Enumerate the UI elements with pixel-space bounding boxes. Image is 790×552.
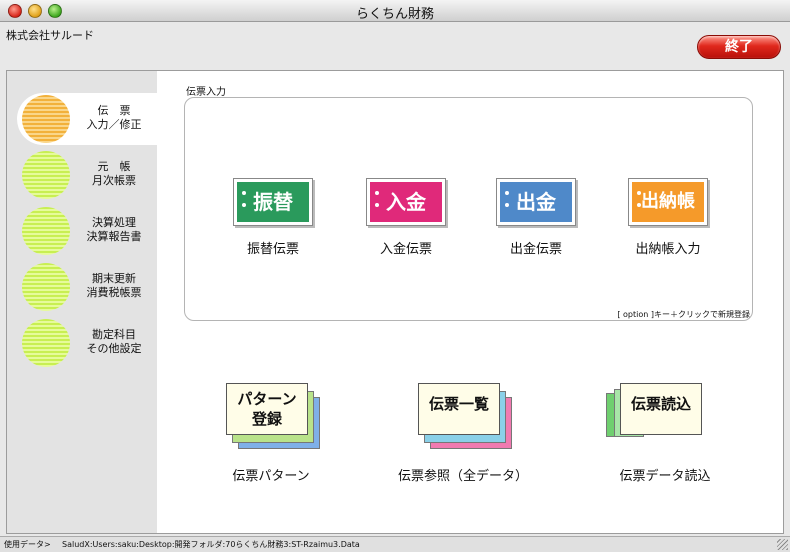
title-bar: らくちん財務 xyxy=(0,0,790,22)
deposit-voucher-button[interactable]: 入金 入金伝票 xyxy=(346,178,466,268)
option-click-note: [ option ]キー＋クリックで新規登録 xyxy=(617,310,750,319)
pattern-register-icon: パターン 登録 xyxy=(226,383,320,449)
resize-grip-icon[interactable] xyxy=(777,539,788,550)
nav-circle-icon xyxy=(22,151,70,199)
icon-text: 出金 xyxy=(500,182,572,222)
cashbook-button[interactable]: 出納帳 出納帳入力 xyxy=(608,178,728,268)
voucher-import-button[interactable]: 伝票読込 伝票データ読込 xyxy=(580,383,750,493)
company-name: 株式会社サルード xyxy=(6,29,94,42)
icon-text: 出納帳 xyxy=(632,182,704,222)
voucher-list-button[interactable]: 伝票一覧 伝票参照（全データ） xyxy=(378,383,548,493)
sidebar-item-line1: 伝 票 xyxy=(97,104,131,117)
sidebar-item-line1: 期末更新 xyxy=(92,272,136,285)
quit-button[interactable]: 終了 xyxy=(697,35,781,59)
sidebar-item-line1: 元 帳 xyxy=(97,160,131,173)
nav-circle-icon xyxy=(22,263,70,311)
nav-circle-icon xyxy=(22,95,70,143)
sheet-front: 伝票読込 xyxy=(620,383,702,435)
icon-line1: 伝票一覧 xyxy=(428,395,489,413)
button-label: 振替伝票 xyxy=(246,242,299,257)
data-file-path: SaludX:Users:saku:Desktop:開発フォルダ:70らくちん財… xyxy=(62,540,360,549)
icon-text: 振替 xyxy=(237,182,309,222)
voucher-list-icon: 伝票一覧 xyxy=(418,383,512,449)
sidebar-item-line2: 月次帳票 xyxy=(92,174,136,187)
sidebar-item-line2: 決算報告書 xyxy=(86,230,142,243)
sheet-front: パターン 登録 xyxy=(226,383,308,435)
transfer-voucher-icon: 振替 xyxy=(233,178,313,226)
withdrawal-voucher-button[interactable]: 出金 出金伝票 xyxy=(476,178,596,268)
sidebar-item-line1: 勘定科目 xyxy=(92,328,136,341)
status-bar: 使用データ> SaludX:Users:saku:Desktop:開発フォルダ:… xyxy=(0,536,790,552)
voucher-group-title: 伝票入力 xyxy=(186,87,226,98)
sidebar-item-line2: 入力／修正 xyxy=(86,118,142,131)
sidebar-item-line1: 決算処理 xyxy=(92,216,136,229)
sidebar-item-label: 勘定科目 その他設定 xyxy=(71,328,157,356)
button-label: 入金伝票 xyxy=(379,242,432,257)
voucher-import-icon: 伝票読込 xyxy=(606,383,710,449)
withdrawal-voucher-icon: 出金 xyxy=(496,178,576,226)
sheet-front: 伝票一覧 xyxy=(418,383,500,435)
sidebar: 伝 票 入力／修正 元 帳 月次帳票 決算処理 決算報告書 期末更新 消費税帳票 xyxy=(7,71,157,533)
nav-circle-icon xyxy=(22,207,70,255)
button-label: 伝票データ読込 xyxy=(619,469,711,484)
sidebar-item-year-end[interactable]: 期末更新 消費税帳票 xyxy=(17,261,157,313)
nav-circle-icon xyxy=(22,319,70,367)
sidebar-item-line2: その他設定 xyxy=(86,342,142,355)
sidebar-item-label: 伝 票 入力／修正 xyxy=(71,104,157,132)
sidebar-item-accounts[interactable]: 勘定科目 その他設定 xyxy=(17,317,157,369)
sidebar-item-line2: 消費税帳票 xyxy=(86,286,142,299)
window-title: らくちん財務 xyxy=(355,7,434,22)
icon-text: 入金 xyxy=(370,182,442,222)
sidebar-item-label: 元 帳 月次帳票 xyxy=(71,160,157,188)
sidebar-item-label: 期末更新 消費税帳票 xyxy=(71,272,157,300)
cashbook-icon: 出納帳 xyxy=(628,178,708,226)
status-label: 使用データ> xyxy=(4,540,51,549)
transfer-voucher-button[interactable]: 振替 振替伝票 xyxy=(213,178,333,268)
icon-line1: 伝票読込 xyxy=(630,395,691,413)
button-label: 出納帳入力 xyxy=(635,242,701,257)
icon-line2: 登録 xyxy=(251,410,282,428)
icon-line1: パターン xyxy=(237,390,297,408)
button-label: 伝票パターン xyxy=(232,469,310,484)
sidebar-item-label: 決算処理 決算報告書 xyxy=(71,216,157,244)
button-label: 伝票参照（全データ） xyxy=(397,469,528,484)
sidebar-item-closing[interactable]: 決算処理 決算報告書 xyxy=(17,205,157,257)
sidebar-item-voucher-entry[interactable]: 伝 票 入力／修正 xyxy=(17,93,157,145)
sidebar-item-ledger[interactable]: 元 帳 月次帳票 xyxy=(17,149,157,201)
button-label: 出金伝票 xyxy=(509,242,562,257)
voucher-pattern-button[interactable]: パターン 登録 伝票パターン xyxy=(186,383,356,493)
deposit-voucher-icon: 入金 xyxy=(366,178,446,226)
